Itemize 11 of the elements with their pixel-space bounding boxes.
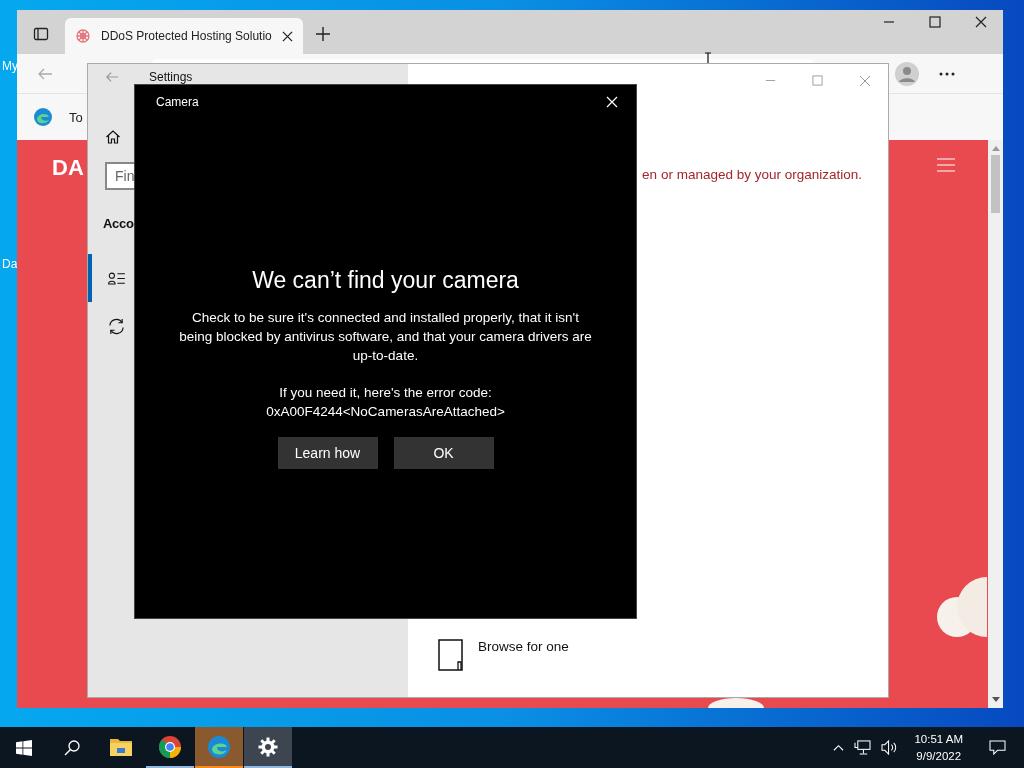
tab-title: DDoS Protected Hosting Solutio (101, 29, 272, 43)
error-heading: We can’t find your camera (252, 267, 519, 294)
error-code: 0xA00F4244<NoCamerasAreAttached> (266, 403, 505, 421)
desktop-icon-label: Da (2, 257, 18, 271)
error-message: Check to be sure it's connected and installed properly, that it isn't being blocked by antivirus software, and that your camera drivers are up-to-date. (178, 309, 593, 365)
section-heading: Acco (103, 216, 134, 231)
dialog-title: Camera (156, 95, 199, 109)
desktop-icon-label: My (2, 59, 18, 73)
organization-notice: en or managed by your organization. (642, 167, 862, 182)
window-title: Settings (149, 70, 193, 84)
error-code-label: If you need it, here's the error code: (279, 384, 492, 402)
